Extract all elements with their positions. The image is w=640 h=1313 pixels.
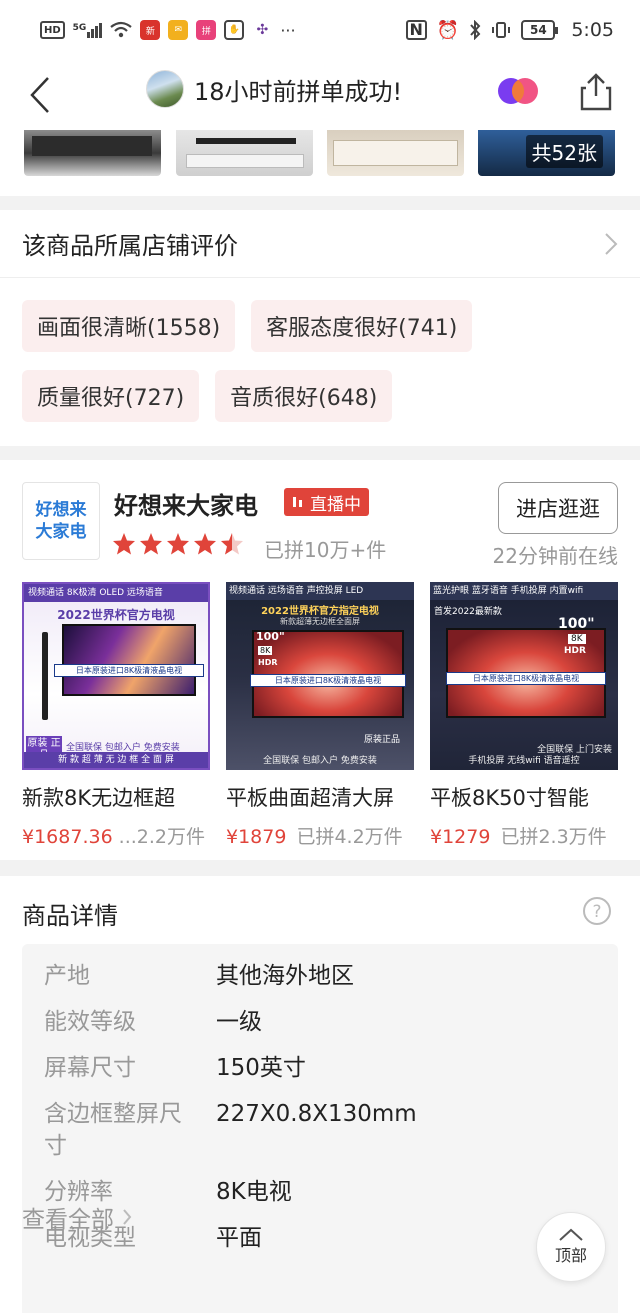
news-app-icon: 新 bbox=[140, 20, 161, 40]
spec-value: 227X0.8X130mm bbox=[216, 1101, 417, 1127]
product-name: 平板8K50寸智能 bbox=[430, 786, 589, 810]
live-badge[interactable]: 直播中 bbox=[284, 488, 369, 516]
visit-store-button[interactable]: 进店逛逛 bbox=[498, 482, 618, 534]
bluetooth-icon bbox=[470, 20, 481, 40]
hand-app-icon: ✋ bbox=[224, 20, 245, 40]
review-tag[interactable]: 音质很好(648) bbox=[215, 370, 393, 422]
alarm-icon: ⏰ bbox=[436, 19, 460, 41]
product-image[interactable]: 视频通话 远场语音 声控投屏 LED 2022世界杯官方指定电视 新款超薄无边框… bbox=[226, 582, 414, 770]
nav-title-group: 18小时前拼单成功! bbox=[146, 70, 402, 108]
section-title: 商品详情 bbox=[22, 902, 118, 930]
spec-key: 屏幕尺寸 bbox=[44, 1055, 136, 1081]
half-star-icon bbox=[221, 533, 243, 555]
spec-row: 产地 其他海外地区 bbox=[44, 960, 354, 992]
spec-key: 产地 bbox=[44, 963, 90, 989]
spec-value: 一级 bbox=[216, 1009, 262, 1035]
product-sold: ...2.2万件 bbox=[118, 826, 206, 848]
star-icon bbox=[194, 533, 216, 555]
mail-app-icon: ✉ bbox=[168, 20, 189, 40]
product-gallery-strip: 共52张 bbox=[0, 130, 640, 196]
review-tag[interactable]: 质量很好(727) bbox=[22, 370, 200, 422]
spec-key: 能效等级 bbox=[44, 1009, 136, 1035]
store-name[interactable]: 好想来大家电 bbox=[114, 486, 258, 521]
product-name: 平板曲面超清大屏 bbox=[226, 786, 394, 810]
product-name: 新款8K无边框超 bbox=[22, 786, 176, 810]
product-card[interactable]: 蓝光护眼 蓝牙语音 手机投屏 内置wifi 首发2022最新款 100" 8K … bbox=[430, 582, 620, 849]
signal-5g-icon: 5G bbox=[73, 22, 103, 38]
store-reviews-section: 该商品所属店铺评价 画面很清晰(1558) 客服态度很好(741) 质量很好(7… bbox=[0, 210, 640, 446]
hd-badge: HD bbox=[40, 21, 65, 39]
shopping-app-icon: 拼 bbox=[196, 20, 217, 40]
status-bar: HD 5G 新 ✉ 拼 ✋ ✣ ··· N ⏰ 54 5:05 bbox=[0, 0, 640, 60]
store-rating-stars bbox=[112, 532, 244, 556]
chevron-left-icon bbox=[30, 77, 49, 113]
review-tag[interactable]: 客服态度很好(741) bbox=[251, 300, 473, 352]
view-all-specs-link[interactable]: 查看全部 bbox=[22, 1200, 132, 1234]
spec-row: 能效等级 一级 bbox=[44, 1006, 262, 1038]
section-title: 该商品所属店铺评价 bbox=[22, 232, 238, 260]
help-icon[interactable]: ? bbox=[582, 896, 612, 926]
vibrate-icon bbox=[492, 22, 511, 38]
product-image[interactable]: 视频通话 8K极清 OLED 远场语音 2022世界杯官方电视 日本原装进口8K… bbox=[22, 582, 210, 770]
spec-value: 其他海外地区 bbox=[216, 963, 354, 989]
spec-row: 屏幕尺寸 150英寸 bbox=[44, 1052, 306, 1084]
store-sold-count: 已拼10万+件 bbox=[264, 538, 387, 562]
spec-value: 8K电视 bbox=[216, 1179, 292, 1205]
product-price: ¥1879 bbox=[226, 826, 287, 848]
product-price: ¥1687.36 bbox=[22, 826, 113, 848]
brand-logo-icon[interactable] bbox=[496, 76, 540, 106]
review-tags: 画面很清晰(1558) 客服态度很好(741) 质量很好(727) 音质很好(6… bbox=[0, 278, 620, 422]
svg-text:?: ? bbox=[592, 902, 601, 922]
star-icon bbox=[140, 533, 162, 555]
more-notifications-icon: ··· bbox=[280, 20, 296, 40]
nav-bar: 18小时前拼单成功! bbox=[0, 60, 640, 130]
store-card: 好想来 大家电 好想来大家电 直播中 已拼10万+件 进店逛逛 22分钟前在线 … bbox=[0, 460, 640, 860]
battery-icon: 54 bbox=[521, 20, 559, 40]
store-reviews-header[interactable]: 该商品所属店铺评价 bbox=[0, 210, 640, 278]
chevron-up-icon bbox=[559, 1228, 583, 1241]
chevron-right-icon bbox=[123, 1209, 132, 1225]
product-sold: 已拼4.2万件 bbox=[296, 826, 403, 848]
page-title: 18小时前拼单成功! bbox=[194, 77, 403, 106]
star-icon bbox=[167, 533, 189, 555]
gallery-thumbnail[interactable] bbox=[327, 130, 464, 176]
avatar[interactable] bbox=[146, 70, 184, 108]
product-sold: 已拼2.3万件 bbox=[500, 826, 607, 848]
wifi-icon bbox=[110, 21, 133, 38]
chevron-right-icon bbox=[605, 232, 618, 255]
gallery-thumbnail[interactable]: 共52张 bbox=[478, 130, 615, 176]
gallery-count-badge: 共52张 bbox=[525, 135, 603, 168]
spec-value: 平面 bbox=[216, 1225, 262, 1251]
live-bars-icon bbox=[293, 497, 302, 507]
product-card[interactable]: 视频通话 8K极清 OLED 远场语音 2022世界杯官方电视 日本原装进口8K… bbox=[22, 582, 212, 849]
product-card[interactable]: 视频通话 远场语音 声控投屏 LED 2022世界杯官方指定电视 新款超薄无边框… bbox=[226, 582, 416, 849]
spec-table: 产地 其他海外地区 能效等级 一级 屏幕尺寸 150英寸 含边框整屏尺寸 227… bbox=[22, 944, 618, 1313]
gallery-thumbnail[interactable] bbox=[176, 130, 313, 176]
product-price: ¥1279 bbox=[430, 826, 491, 848]
back-button[interactable] bbox=[0, 60, 80, 130]
spec-value: 150英寸 bbox=[216, 1055, 306, 1081]
clock-time: 5:05 bbox=[571, 19, 614, 41]
store-logo[interactable]: 好想来 大家电 bbox=[22, 482, 100, 560]
slack-app-icon: ✣ bbox=[252, 20, 273, 40]
spec-row: 含边框整屏尺寸 227X0.8X130mm bbox=[44, 1098, 417, 1162]
share-icon[interactable] bbox=[578, 72, 614, 112]
store-online-status: 22分钟前在线 bbox=[492, 544, 618, 568]
review-tag[interactable]: 画面很清晰(1558) bbox=[22, 300, 236, 352]
nfc-icon: N bbox=[405, 20, 427, 40]
spec-key: 含边框整屏尺寸 bbox=[44, 1101, 182, 1159]
gallery-thumbnail[interactable] bbox=[24, 130, 161, 176]
product-image[interactable]: 蓝光护眼 蓝牙语音 手机投屏 内置wifi 首发2022最新款 100" 8K … bbox=[430, 582, 618, 770]
back-to-top-button[interactable]: 顶部 bbox=[536, 1212, 606, 1282]
star-icon bbox=[113, 533, 135, 555]
